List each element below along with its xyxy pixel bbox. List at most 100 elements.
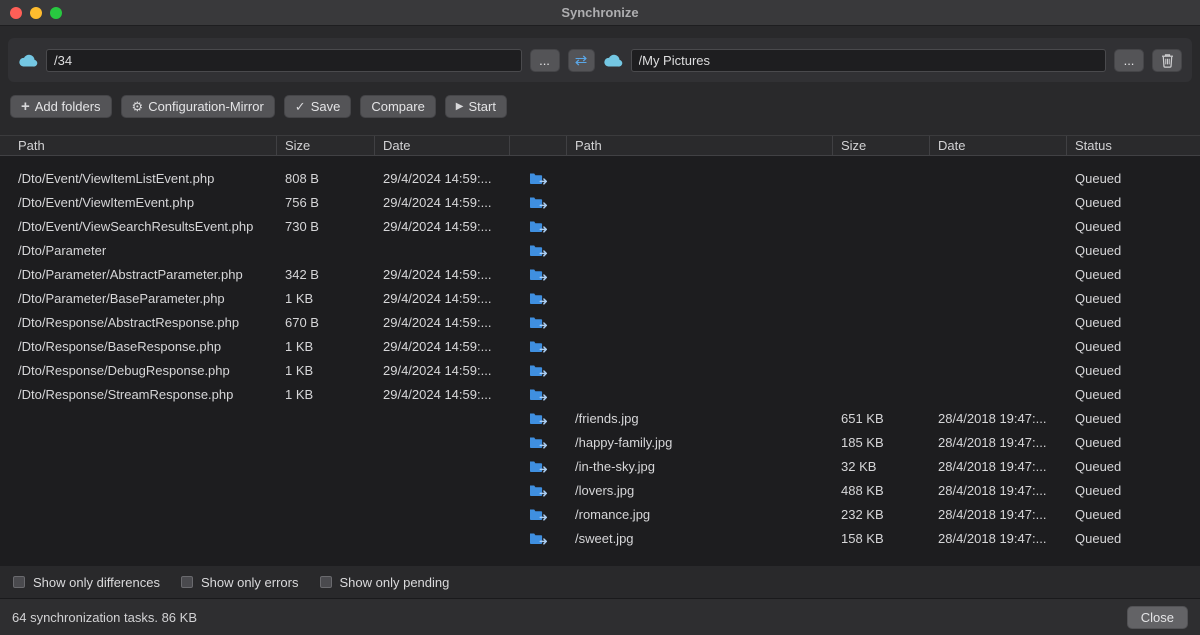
close-button[interactable]: Close xyxy=(1127,606,1188,629)
column-header-left-size[interactable]: Size xyxy=(277,136,375,155)
right-path-cell: /happy-family.jpg xyxy=(567,435,833,450)
sync-direction-icon xyxy=(510,268,567,281)
table-header: Path Size Date Path Size Date Status xyxy=(0,135,1200,156)
table-row[interactable]: /Dto/Event/ViewSearchResultsEvent.php 73… xyxy=(0,214,1200,238)
left-date-cell: 29/4/2024 14:59:... xyxy=(375,171,510,186)
cloud-icon-right xyxy=(603,54,623,67)
sync-direction-icon xyxy=(510,340,567,353)
column-header-right-path[interactable]: Path xyxy=(567,136,833,155)
table-row[interactable]: /Dto/Parameter Queued xyxy=(0,238,1200,262)
column-header-sync-direction xyxy=(510,136,567,155)
window-title: Synchronize xyxy=(0,5,1200,20)
sync-direction-icon xyxy=(510,508,567,521)
right-date-cell: 28/4/2018 19:47:... xyxy=(930,483,1067,498)
status-cell: Queued xyxy=(1067,363,1200,378)
left-path-cell: /Dto/Event/ViewItemEvent.php xyxy=(0,195,277,210)
gear-icon: ⚙ xyxy=(132,100,144,113)
table-body[interactable]: /Dto/Event/ViewItemListEvent.php 808 B 2… xyxy=(0,156,1200,566)
table-row[interactable]: /friends.jpg 651 KB 28/4/2018 19:47:... … xyxy=(0,406,1200,430)
status-cell: Queued xyxy=(1067,459,1200,474)
table-row[interactable]: /Dto/Parameter/BaseParameter.php 1 KB 29… xyxy=(0,286,1200,310)
status-cell: Queued xyxy=(1067,339,1200,354)
swap-directions-button[interactable]: ⇄ xyxy=(568,49,595,72)
table-row[interactable]: /in-the-sky.jpg 32 KB 28/4/2018 19:47:..… xyxy=(0,454,1200,478)
status-cell: Queued xyxy=(1067,411,1200,426)
table-row[interactable]: /Dto/Parameter/AbstractParameter.php 342… xyxy=(0,262,1200,286)
left-browse-button[interactable]: ... xyxy=(530,49,560,72)
column-header-status[interactable]: Status xyxy=(1067,136,1200,155)
table-row[interactable]: /Dto/Response/BaseResponse.php 1 KB 29/4… xyxy=(0,334,1200,358)
checkbox-differences[interactable] xyxy=(12,575,26,589)
table-row[interactable]: /Dto/Response/StreamResponse.php 1 KB 29… xyxy=(0,382,1200,406)
plus-icon: + xyxy=(21,99,30,114)
table-row[interactable]: /Dto/Response/AbstractResponse.php 670 B… xyxy=(0,310,1200,334)
add-folders-button[interactable]: + Add folders xyxy=(10,95,112,118)
zoom-window-button[interactable] xyxy=(50,7,62,19)
sync-direction-icon xyxy=(510,292,567,305)
minimize-window-button[interactable] xyxy=(30,7,42,19)
left-date-cell: 29/4/2024 14:59:... xyxy=(375,195,510,210)
left-date-cell: 29/4/2024 14:59:... xyxy=(375,339,510,354)
start-label: Start xyxy=(469,99,496,114)
right-path-input[interactable] xyxy=(631,49,1107,72)
status-cell: Queued xyxy=(1067,387,1200,402)
left-size-cell: 1 KB xyxy=(277,291,375,306)
left-path-cell: /Dto/Event/ViewSearchResultsEvent.php xyxy=(0,219,277,234)
checkbox-errors[interactable] xyxy=(180,575,194,589)
column-header-right-size[interactable]: Size xyxy=(833,136,930,155)
sync-direction-icon xyxy=(510,244,567,257)
table-row[interactable]: /Dto/Event/ViewItemEvent.php 756 B 29/4/… xyxy=(0,190,1200,214)
titlebar: Synchronize xyxy=(0,0,1200,26)
column-header-left-date[interactable]: Date xyxy=(375,136,510,155)
save-button[interactable]: ✓ Save xyxy=(284,95,352,118)
left-size-cell: 670 B xyxy=(277,315,375,330)
left-date-cell: 29/4/2024 14:59:... xyxy=(375,315,510,330)
status-cell: Queued xyxy=(1067,267,1200,282)
right-size-cell: 232 KB xyxy=(833,507,930,522)
trash-icon xyxy=(1161,53,1174,68)
left-size-cell: 1 KB xyxy=(277,363,375,378)
status-cell: Queued xyxy=(1067,435,1200,450)
filter-show-only-differences[interactable]: Show only differences xyxy=(12,575,160,590)
left-date-cell: 29/4/2024 14:59:... xyxy=(375,363,510,378)
table-row[interactable]: /Dto/Response/DebugResponse.php 1 KB 29/… xyxy=(0,358,1200,382)
toolbar: + Add folders ⚙ Configuration-Mirror ✓ S… xyxy=(10,95,1190,119)
compare-label: Compare xyxy=(371,99,424,114)
close-window-button[interactable] xyxy=(10,7,22,19)
right-date-cell: 28/4/2018 19:47:... xyxy=(930,459,1067,474)
status-cell: Queued xyxy=(1067,171,1200,186)
table-row[interactable]: /romance.jpg 232 KB 28/4/2018 19:47:... … xyxy=(0,502,1200,526)
table-row[interactable]: /lovers.jpg 488 KB 28/4/2018 19:47:... Q… xyxy=(0,478,1200,502)
left-path-cell: /Dto/Response/AbstractResponse.php xyxy=(0,315,277,330)
save-label: Save xyxy=(311,99,341,114)
left-size-cell: 1 KB xyxy=(277,387,375,402)
table-row[interactable]: /sweet.jpg 158 KB 28/4/2018 19:47:... Qu… xyxy=(0,526,1200,550)
left-size-cell: 342 B xyxy=(277,267,375,282)
column-header-left-path[interactable]: Path xyxy=(0,136,277,155)
check-icon: ✓ xyxy=(295,100,306,113)
sync-direction-icon xyxy=(510,316,567,329)
filter-show-only-pending[interactable]: Show only pending xyxy=(319,575,450,590)
sync-direction-icon xyxy=(510,220,567,233)
filter-label: Show only differences xyxy=(33,575,160,590)
left-date-cell: 29/4/2024 14:59:... xyxy=(375,291,510,306)
compare-button[interactable]: Compare xyxy=(360,95,435,118)
left-size-cell: 730 B xyxy=(277,219,375,234)
left-date-cell: 29/4/2024 14:59:... xyxy=(375,219,510,234)
right-size-cell: 488 KB xyxy=(833,483,930,498)
right-size-cell: 32 KB xyxy=(833,459,930,474)
configuration-button[interactable]: ⚙ Configuration-Mirror xyxy=(121,95,275,118)
filter-bar: Show only differences Show only errors S… xyxy=(0,566,1200,598)
left-path-cell: /Dto/Parameter xyxy=(0,243,277,258)
right-date-cell: 28/4/2018 19:47:... xyxy=(930,507,1067,522)
start-button[interactable]: ▶ Start xyxy=(445,95,507,118)
checkbox-pending[interactable] xyxy=(319,575,333,589)
right-browse-button[interactable]: ... xyxy=(1114,49,1144,72)
column-header-right-date[interactable]: Date xyxy=(930,136,1067,155)
table-row[interactable]: /Dto/Event/ViewItemListEvent.php 808 B 2… xyxy=(0,166,1200,190)
status-cell: Queued xyxy=(1067,243,1200,258)
filter-show-only-errors[interactable]: Show only errors xyxy=(180,575,299,590)
delete-pair-button[interactable] xyxy=(1152,49,1182,72)
table-row[interactable]: /happy-family.jpg 185 KB 28/4/2018 19:47… xyxy=(0,430,1200,454)
left-path-input[interactable] xyxy=(46,49,522,72)
